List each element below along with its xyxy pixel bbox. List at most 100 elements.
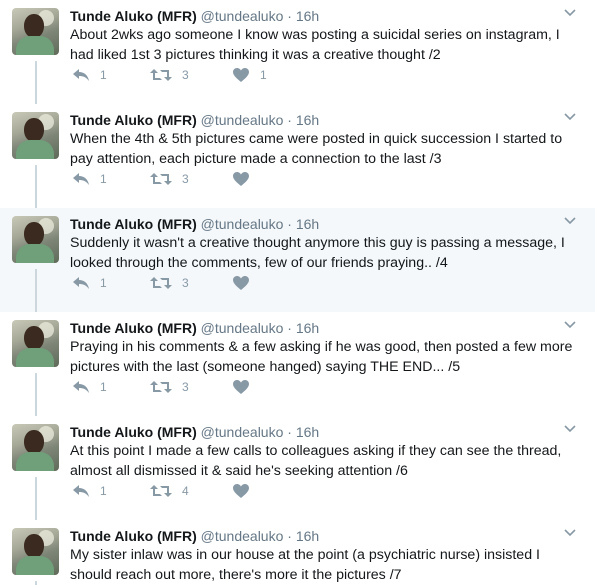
chevron-down-icon[interactable] <box>563 6 577 18</box>
timestamp[interactable]: 16h <box>296 112 319 128</box>
avatar[interactable] <box>12 8 59 55</box>
tweet-header: Tunde Aluko (MFR) @tundealuko · 16h <box>70 528 320 544</box>
timestamp[interactable]: 16h <box>296 424 319 440</box>
retweet-button[interactable]: 3 <box>150 378 189 396</box>
tweet-actions: 1 4 <box>72 482 372 500</box>
reply-count: 1 <box>100 68 107 82</box>
reply-icon <box>72 68 90 82</box>
heart-icon <box>232 67 250 83</box>
display-name[interactable]: Tunde Aluko (MFR) <box>70 8 197 24</box>
tweet-header: Tunde Aluko (MFR) @tundealuko · 16h <box>70 320 320 336</box>
retweet-icon <box>150 172 172 186</box>
timestamp[interactable]: 16h <box>296 320 319 336</box>
user-handle[interactable]: @tundealuko <box>201 112 284 128</box>
chevron-down-icon[interactable] <box>563 110 577 122</box>
avatar[interactable] <box>12 112 59 159</box>
display-name[interactable]: Tunde Aluko (MFR) <box>70 320 197 336</box>
retweet-count: 3 <box>182 380 189 394</box>
tweet-header: Tunde Aluko (MFR) @tundealuko · 16h <box>70 424 320 440</box>
retweet-count: 3 <box>182 172 189 186</box>
tweet-text: Suddenly it wasn't a creative thought an… <box>70 235 565 271</box>
timestamp[interactable]: 16h <box>296 8 319 24</box>
like-button[interactable]: 1 <box>232 66 267 84</box>
like-count: 1 <box>260 68 267 82</box>
tweet-header: Tunde Aluko (MFR) @tundealuko · 16h <box>70 216 320 232</box>
chevron-down-icon[interactable] <box>563 422 577 434</box>
retweet-button[interactable]: 4 <box>150 482 189 500</box>
reply-button[interactable]: 1 <box>72 482 107 500</box>
display-name[interactable]: Tunde Aluko (MFR) <box>70 424 197 440</box>
like-button[interactable] <box>232 378 260 396</box>
reply-count: 1 <box>100 380 107 394</box>
tweet-text: At this point I made a few calls to coll… <box>70 443 562 479</box>
retweet-count: 3 <box>182 68 189 82</box>
reply-icon <box>72 484 90 498</box>
reply-count: 1 <box>100 276 107 290</box>
avatar[interactable] <box>12 424 59 471</box>
retweet-icon <box>150 68 172 82</box>
tweet[interactable]: Tunde Aluko (MFR) @tundealuko · 16h At t… <box>0 416 595 520</box>
retweet-icon <box>150 380 172 394</box>
thread-connector <box>35 269 37 312</box>
thread-connector <box>35 581 37 585</box>
retweet-button[interactable]: 3 <box>150 274 189 292</box>
thread-connector <box>35 165 37 208</box>
heart-icon <box>232 379 250 395</box>
retweet-icon <box>150 276 172 290</box>
reply-icon <box>72 380 90 394</box>
tweet-actions: 1 3 <box>72 378 372 396</box>
reply-button[interactable]: 1 <box>72 170 107 188</box>
tweet[interactable]: Tunde Aluko (MFR) @tundealuko · 16h Abou… <box>0 0 595 104</box>
tweet[interactable]: Tunde Aluko (MFR) @tundealuko · 16h Pray… <box>0 312 595 416</box>
tweet-header: Tunde Aluko (MFR) @tundealuko · 16h <box>70 8 320 24</box>
avatar[interactable] <box>12 320 59 367</box>
chevron-down-icon[interactable] <box>563 318 577 330</box>
user-handle[interactable]: @tundealuko <box>201 8 284 24</box>
like-button[interactable] <box>232 170 260 188</box>
display-name[interactable]: Tunde Aluko (MFR) <box>70 528 197 544</box>
chevron-down-icon[interactable] <box>563 526 577 538</box>
tweet-text: Praying in his comments & a few asking i… <box>70 339 573 375</box>
tweet[interactable]: Tunde Aluko (MFR) @tundealuko · 16h When… <box>0 104 595 208</box>
retweet-count: 3 <box>182 276 189 290</box>
user-handle[interactable]: @tundealuko <box>201 528 284 544</box>
retweet-button[interactable]: 3 <box>150 170 189 188</box>
retweet-count: 4 <box>182 484 189 498</box>
user-handle[interactable]: @tundealuko <box>201 320 284 336</box>
heart-icon <box>232 171 250 187</box>
tweet-actions: 1 3 1 <box>72 66 372 84</box>
user-handle[interactable]: @tundealuko <box>201 216 284 232</box>
heart-icon <box>232 483 250 499</box>
display-name[interactable]: Tunde Aluko (MFR) <box>70 112 197 128</box>
display-name[interactable]: Tunde Aluko (MFR) <box>70 216 197 232</box>
thread-connector <box>35 61 37 104</box>
tweet-header: Tunde Aluko (MFR) @tundealuko · 16h <box>70 112 320 128</box>
like-button[interactable] <box>232 274 260 292</box>
tweet-actions: 1 3 <box>72 274 372 292</box>
thread-connector <box>35 477 37 520</box>
tweet-actions: 1 3 <box>72 170 372 188</box>
tweet-text: About 2wks ago someone I know was postin… <box>70 27 560 63</box>
like-button[interactable] <box>232 482 260 500</box>
thread-connector <box>35 373 37 416</box>
timestamp[interactable]: 16h <box>296 216 319 232</box>
chevron-down-icon[interactable] <box>563 214 577 226</box>
retweet-icon <box>150 484 172 498</box>
tweet-text: When the 4th & 5th pictures came were po… <box>70 131 563 167</box>
reply-button[interactable]: 1 <box>72 66 107 84</box>
reply-icon <box>72 276 90 290</box>
avatar[interactable] <box>12 216 59 263</box>
reply-count: 1 <box>100 484 107 498</box>
tweet[interactable]: Tunde Aluko (MFR) @tundealuko · 16h My s… <box>0 520 595 585</box>
reply-count: 1 <box>100 172 107 186</box>
reply-button[interactable]: 1 <box>72 274 107 292</box>
reply-icon <box>72 172 90 186</box>
heart-icon <box>232 275 250 291</box>
tweet-text: My sister inlaw was in our house at the … <box>70 547 540 583</box>
retweet-button[interactable]: 3 <box>150 66 189 84</box>
timestamp[interactable]: 16h <box>296 528 319 544</box>
reply-button[interactable]: 1 <box>72 378 107 396</box>
tweet[interactable]: Tunde Aluko (MFR) @tundealuko · 16h Sudd… <box>0 208 595 312</box>
avatar[interactable] <box>12 528 59 575</box>
user-handle[interactable]: @tundealuko <box>201 424 284 440</box>
